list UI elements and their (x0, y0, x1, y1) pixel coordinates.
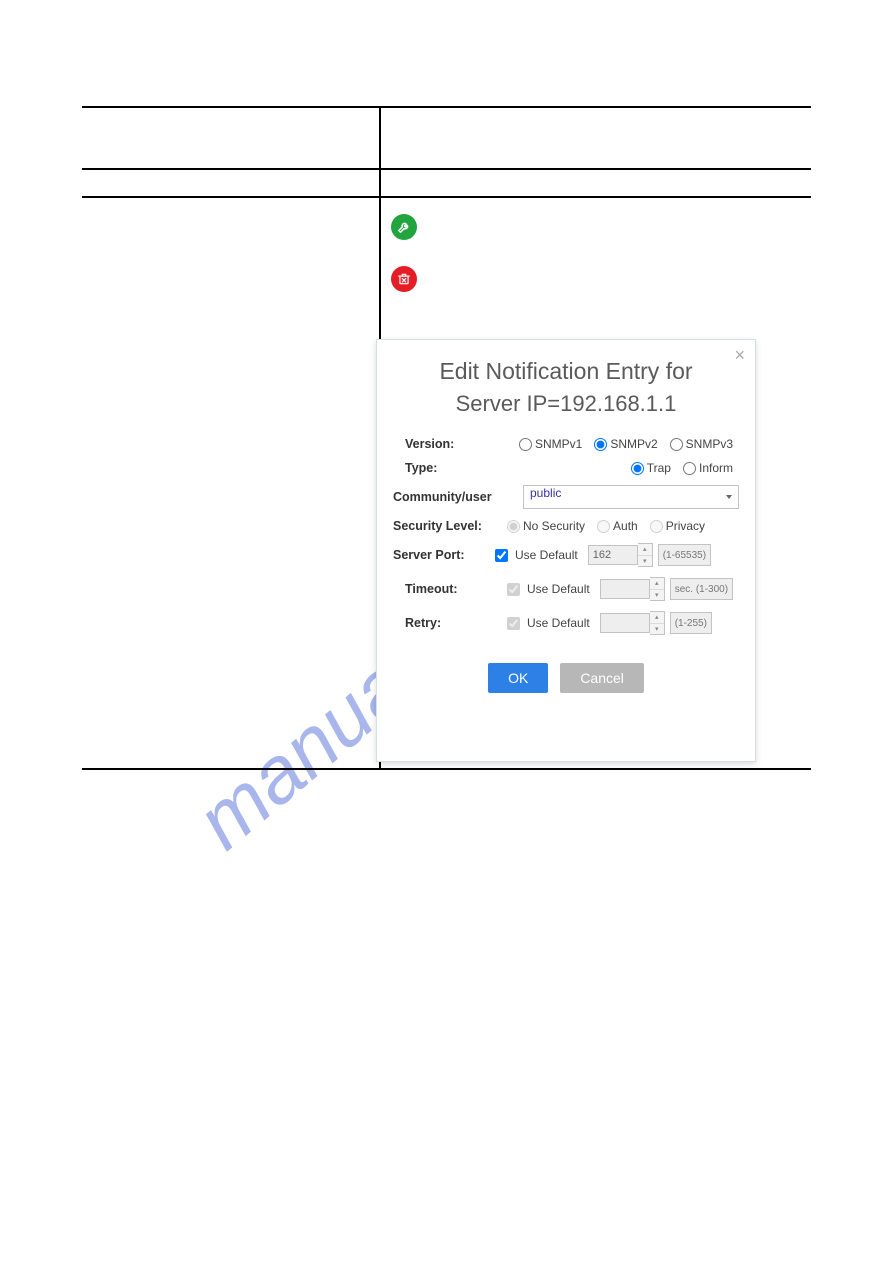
radio-auth[interactable]: Auth (597, 519, 638, 533)
table-row (82, 168, 811, 196)
timeout-input-wrap: ▴▾ (600, 577, 665, 601)
checkbox-label: Use Default (515, 548, 578, 562)
cancel-button[interactable]: Cancel (560, 663, 644, 693)
edit-notification-dialog: × Edit Notification Entry for Server IP=… (376, 339, 756, 762)
radio-label: SNMPv1 (535, 437, 582, 451)
label-server-port: Server Port: (393, 548, 485, 562)
field-security: Security Level: No Security Auth Privacy (393, 519, 739, 533)
field-version: Version: SNMPv1 SNMPv2 SNMPv3 (393, 437, 739, 451)
field-server-port: Server Port: Use Default ▴▾ (1-65535) (393, 543, 739, 567)
dialog-title: Edit Notification Entry for (393, 358, 739, 385)
radio-snmpv2[interactable]: SNMPv2 (594, 437, 657, 451)
checkbox-label: Use Default (527, 616, 590, 630)
table-cell (82, 170, 379, 196)
use-default-retry[interactable]: Use Default (503, 614, 590, 633)
radio-label: Auth (613, 519, 638, 533)
dialog-subtitle: Server IP=192.168.1.1 (393, 391, 739, 417)
retry-hint: (1-255) (670, 612, 712, 634)
checkbox-label: Use Default (527, 582, 590, 596)
table-cell (82, 198, 379, 768)
port-input-wrap: ▴▾ (588, 543, 653, 567)
table-row (82, 106, 811, 168)
label-type: Type: (393, 461, 513, 475)
label-timeout: Timeout: (393, 582, 497, 596)
field-retry: Retry: Use Default ▴▾ (1-255) (393, 611, 739, 635)
spinner-icon[interactable]: ▴▾ (638, 543, 653, 567)
radio-label: Inform (699, 461, 733, 475)
radio-inform[interactable]: Inform (683, 461, 733, 475)
label-security: Security Level: (393, 519, 501, 533)
port-hint: (1-65535) (658, 544, 711, 566)
radio-label: No Security (523, 519, 585, 533)
radio-trap[interactable]: Trap (631, 461, 671, 475)
spec-table: × Edit Notification Entry for Server IP=… (82, 106, 811, 770)
field-type: Type: Trap Inform (393, 461, 739, 475)
radio-label: SNMPv2 (610, 437, 657, 451)
timeout-hint: sec. (1-300) (670, 578, 733, 600)
dialog-buttons: OK Cancel (393, 663, 739, 693)
spinner-icon[interactable]: ▴▾ (650, 611, 665, 635)
radio-privacy[interactable]: Privacy (650, 519, 705, 533)
spinner-icon[interactable]: ▴▾ (650, 577, 665, 601)
table-cell (379, 170, 811, 196)
radio-no-security[interactable]: No Security (507, 519, 585, 533)
trash-icon[interactable] (391, 266, 417, 292)
table-row: × Edit Notification Entry for Server IP=… (82, 196, 811, 770)
field-community: Community/user public (393, 485, 739, 509)
community-select[interactable]: public (523, 485, 739, 509)
use-default-port[interactable]: Use Default (491, 546, 578, 565)
port-input[interactable] (588, 545, 638, 565)
table-cell (379, 108, 811, 168)
label-version: Version: (393, 437, 513, 451)
wrench-icon[interactable] (391, 214, 417, 240)
radio-label: Privacy (666, 519, 705, 533)
field-timeout: Timeout: Use Default ▴▾ sec. (1-300) (393, 577, 739, 601)
radio-snmpv1[interactable]: SNMPv1 (519, 437, 582, 451)
table-cell-actions: × Edit Notification Entry for Server IP=… (379, 198, 811, 768)
radio-snmpv3[interactable]: SNMPv3 (670, 437, 733, 451)
retry-input[interactable] (600, 613, 650, 633)
radio-label: SNMPv3 (686, 437, 733, 451)
ok-button[interactable]: OK (488, 663, 548, 693)
table-cell (82, 108, 379, 168)
use-default-timeout[interactable]: Use Default (503, 580, 590, 599)
label-retry: Retry: (393, 616, 497, 630)
close-icon[interactable]: × (734, 346, 745, 364)
retry-input-wrap: ▴▾ (600, 611, 665, 635)
label-community: Community/user (393, 490, 517, 504)
timeout-input[interactable] (600, 579, 650, 599)
radio-label: Trap (647, 461, 671, 475)
